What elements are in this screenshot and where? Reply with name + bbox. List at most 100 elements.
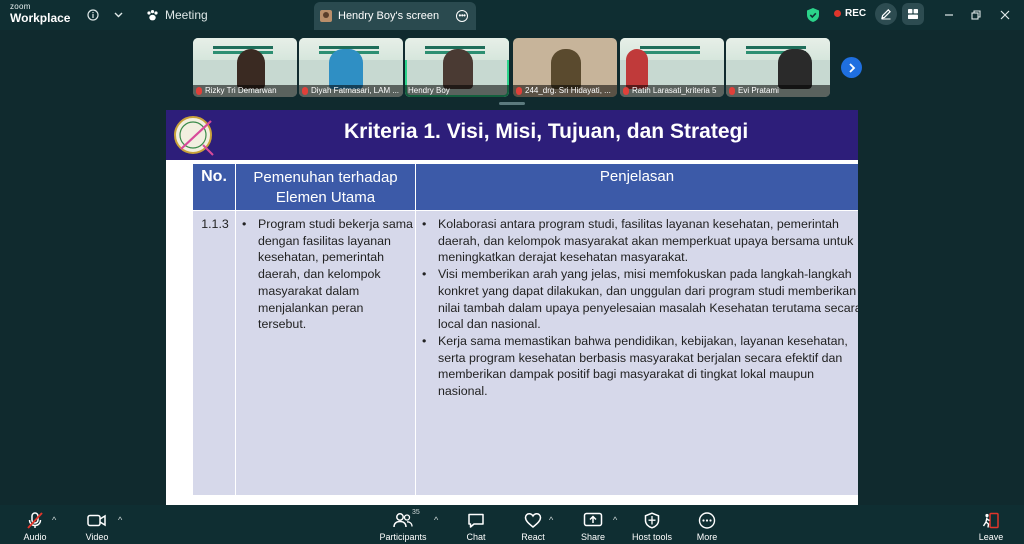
security-shield-icon[interactable] <box>806 7 820 23</box>
grid-view-icon <box>908 9 918 19</box>
cell-elemen: Program studi bekerja sama dengan fasili… <box>235 210 416 496</box>
participants-icon <box>393 513 413 528</box>
participant-tile[interactable]: Diyah Fatmasari, LAM ... <box>299 38 403 97</box>
share-label: Share <box>580 532 606 542</box>
more-button[interactable]: More <box>677 512 737 542</box>
audio-label: Audio <box>23 532 47 542</box>
chevron-right-icon <box>848 62 855 73</box>
criteria-table: No. Pemenuhan terhadap Elemen Utama Penj… <box>192 163 858 496</box>
participant-tile[interactable]: 244_drg. Sri Hidayati, ... <box>513 38 617 97</box>
strip-resize-handle[interactable] <box>499 102 525 105</box>
restore-icon <box>971 10 981 20</box>
chat-icon <box>468 513 484 528</box>
header-penjelasan: Penjelasan <box>415 163 858 211</box>
view-layout-button[interactable] <box>902 3 924 25</box>
rec-dot-icon <box>834 10 841 17</box>
cell-penjelasan: Kolaborasi antara program studi, fasilit… <box>415 210 858 496</box>
participants-label: Participants <box>379 532 427 542</box>
pencil-icon <box>881 9 891 20</box>
leave-label: Leave <box>978 532 1004 542</box>
penjelasan-bullet: Kerja sama memastikan bahwa pendidikan, … <box>417 333 858 400</box>
meeting-label: Meeting <box>165 8 208 22</box>
penjelasan-bullet: Visi memberikan arah yang jelas, misi me… <box>417 266 858 333</box>
close-window-button[interactable] <box>997 7 1013 23</box>
lam-kes-logo <box>174 116 214 156</box>
chevron-down-icon <box>114 12 122 18</box>
zoom-logo: zoom Workplace <box>10 2 71 25</box>
mic-muted-icon <box>27 512 43 529</box>
shield-icon <box>644 512 660 529</box>
share-screen-icon <box>583 512 603 527</box>
shared-screen: Kriteria 1. Visi, Misi, Tujuan, dan Stra… <box>166 110 858 505</box>
meeting-info-button[interactable] <box>86 6 100 24</box>
video-options-caret[interactable]: ^ <box>118 515 122 525</box>
penjelasan-bullet: Kolaborasi antara program studi, fasilit… <box>417 216 858 266</box>
more-options-icon[interactable]: ••• <box>456 10 468 22</box>
chat-label: Chat <box>466 532 486 542</box>
video-label: Video <box>85 532 109 542</box>
next-participants-button[interactable] <box>841 57 862 78</box>
presenter-avatar <box>320 10 332 22</box>
participant-video <box>626 49 648 89</box>
header-no: No. <box>192 163 236 211</box>
share-options-caret[interactable]: ^ <box>613 515 617 525</box>
mic-muted-icon <box>623 87 629 95</box>
brand-top: zoom <box>10 2 31 11</box>
participant-name: 244_drg. Sri Hidayati, ... <box>513 85 617 97</box>
minimize-button[interactable] <box>941 7 957 23</box>
elemen-bullet: Program studi bekerja sama dengan fasili… <box>236 216 415 333</box>
header-elemen: Pemenuhan terhadap Elemen Utama <box>235 163 416 211</box>
annotate-button[interactable] <box>875 3 897 25</box>
participant-name: Diyah Fatmasari, LAM ... <box>299 85 403 97</box>
table-header-row: No. Pemenuhan terhadap Elemen Utama Penj… <box>192 163 858 211</box>
participant-name: Hendry Boy <box>405 85 509 97</box>
cell-no: 1.1.3 <box>192 210 236 496</box>
brand-bottom: Workplace <box>10 11 71 25</box>
mic-muted-icon <box>302 87 308 95</box>
rec-label: REC <box>845 8 867 19</box>
react-options-caret[interactable]: ^ <box>549 515 553 525</box>
close-icon <box>1000 10 1010 20</box>
meeting-menu-button[interactable]: Meeting <box>146 6 208 24</box>
participants-options-caret[interactable]: ^ <box>434 515 438 525</box>
recording-indicator[interactable]: REC <box>834 8 866 19</box>
table-row: 1.1.3 Program studi bekerja sama dengan … <box>192 210 858 496</box>
participant-name: Rizky Tri Demarwan <box>193 85 297 97</box>
react-button[interactable]: React <box>503 512 563 542</box>
react-label: React <box>521 532 545 542</box>
more-label: More <box>696 532 718 542</box>
host-tools-button[interactable]: Host tools <box>622 512 682 542</box>
participants-button[interactable]: 35 Participants <box>373 509 433 542</box>
mic-muted-icon <box>196 87 202 95</box>
shared-screen-tab[interactable]: Hendry Boy's screen ••• <box>314 2 476 30</box>
participant-tile[interactable]: Evi Pratami <box>726 38 830 97</box>
audio-options-caret[interactable]: ^ <box>52 515 56 525</box>
participant-video <box>329 49 363 89</box>
restore-button[interactable] <box>968 7 984 23</box>
host-tools-label: Host tools <box>631 532 673 542</box>
heart-icon <box>524 513 542 528</box>
participant-video <box>778 49 812 89</box>
chat-button[interactable]: Chat <box>446 512 506 542</box>
shared-slide-background <box>726 38 830 60</box>
paw-icon <box>147 9 158 20</box>
participant-name: Evi Pratami <box>726 85 830 97</box>
slide-header: Kriteria 1. Visi, Misi, Tujuan, dan Stra… <box>166 110 858 160</box>
participant-tile[interactable]: Ratih Larasati_kriteria 5 <box>620 38 724 97</box>
participant-video <box>443 49 473 89</box>
participant-tile-active[interactable]: Hendry Boy <box>405 38 509 97</box>
mic-muted-icon <box>729 87 735 95</box>
participant-video <box>551 49 581 89</box>
minimize-icon <box>945 14 953 16</box>
shared-screen-label: Hendry Boy's screen <box>338 10 440 22</box>
leave-button[interactable]: Leave <box>961 512 1021 542</box>
mic-muted-icon <box>516 87 522 95</box>
participants-count: 35 <box>412 509 420 516</box>
more-options-icon <box>698 512 716 529</box>
meeting-controls: Audio ^ Video ^ 35 Participants ^ Chat R… <box>0 505 1024 544</box>
chevron-down-button[interactable] <box>112 6 124 24</box>
participant-tile[interactable]: Rizky Tri Demarwan <box>193 38 297 97</box>
info-icon <box>87 9 99 21</box>
top-bar: zoom Workplace Meeting Hendry Boy's scre… <box>0 0 1024 30</box>
participant-name: Ratih Larasati_kriteria 5 <box>620 85 724 97</box>
